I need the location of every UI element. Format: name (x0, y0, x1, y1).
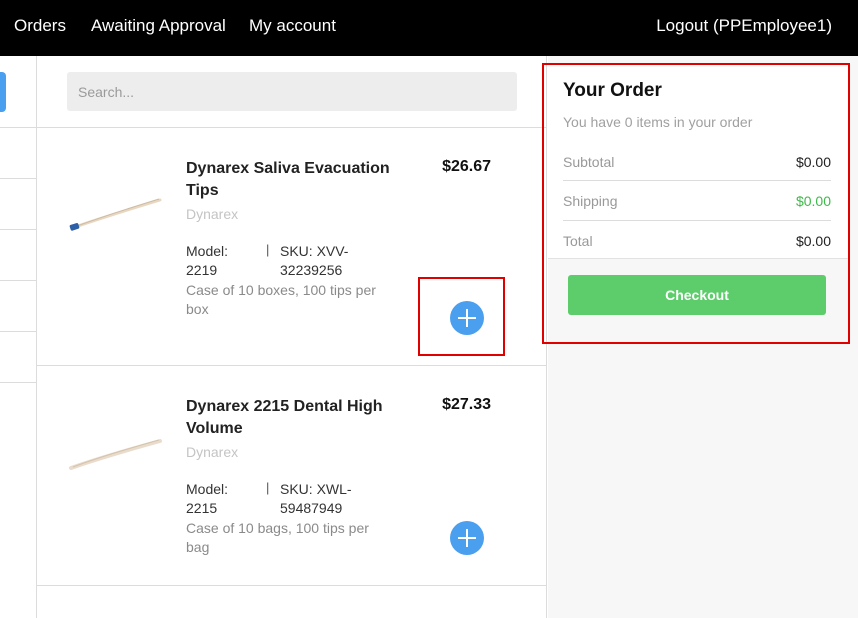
product-list: Dynarex Saliva Evacuation Tips Dynarex M… (37, 56, 547, 618)
product-name[interactable]: Dynarex 2215 Dental High Volume (186, 396, 391, 440)
high-volume-tip-image (69, 439, 162, 470)
saliva-ejector-tip-image (69, 198, 162, 231)
add-button-highlight (418, 277, 505, 356)
product-brand: Dynarex (186, 444, 239, 460)
sidebar-active-tab[interactable] (0, 72, 6, 112)
sidebar-item[interactable] (0, 229, 37, 230)
product-model: Model: 2215 (186, 481, 229, 516)
plus-icon (458, 537, 476, 539)
product-sku: SKU: XVV-32239256 (280, 243, 349, 278)
logout-link[interactable]: Logout (PPEmployee1) (656, 16, 832, 36)
sidebar-item[interactable] (0, 331, 37, 332)
sidebar-item[interactable] (0, 382, 37, 383)
product-price: $27.33 (442, 396, 491, 413)
search-bar (37, 56, 547, 128)
product-card: Dynarex Saliva Evacuation Tips Dynarex M… (37, 128, 547, 366)
nav-orders-link[interactable]: Orders (14, 16, 66, 36)
product-description: Case of 10 bags, 100 tips per bag (186, 520, 369, 555)
product-card: Dynarex 2215 Dental High Volume Dynarex … (37, 366, 547, 586)
model-sku-separator: | (266, 480, 270, 495)
nav-awaiting-approval-link[interactable]: Awaiting Approval (91, 16, 226, 36)
add-to-order-button[interactable] (450, 521, 484, 555)
product-sku: SKU: XWL-59487949 (280, 481, 352, 516)
product-brand: Dynarex (186, 206, 239, 222)
top-nav: Orders Awaiting Approval My account Logo… (0, 0, 858, 56)
model-sku-separator: | (266, 242, 270, 257)
order-panel-highlight (542, 63, 850, 344)
sidebar-divider (0, 127, 37, 128)
product-price: $26.67 (442, 158, 491, 175)
sidebar-item[interactable] (0, 178, 37, 179)
category-sidebar (0, 56, 37, 618)
sidebar-item[interactable] (0, 280, 37, 281)
product-model: Model: 2219 (186, 243, 229, 278)
search-input[interactable] (67, 72, 517, 111)
nav-my-account-link[interactable]: My account (249, 16, 336, 36)
product-name[interactable]: Dynarex Saliva Evacuation Tips (186, 158, 391, 202)
product-description: Case of 10 boxes, 100 tips per box (186, 282, 376, 317)
